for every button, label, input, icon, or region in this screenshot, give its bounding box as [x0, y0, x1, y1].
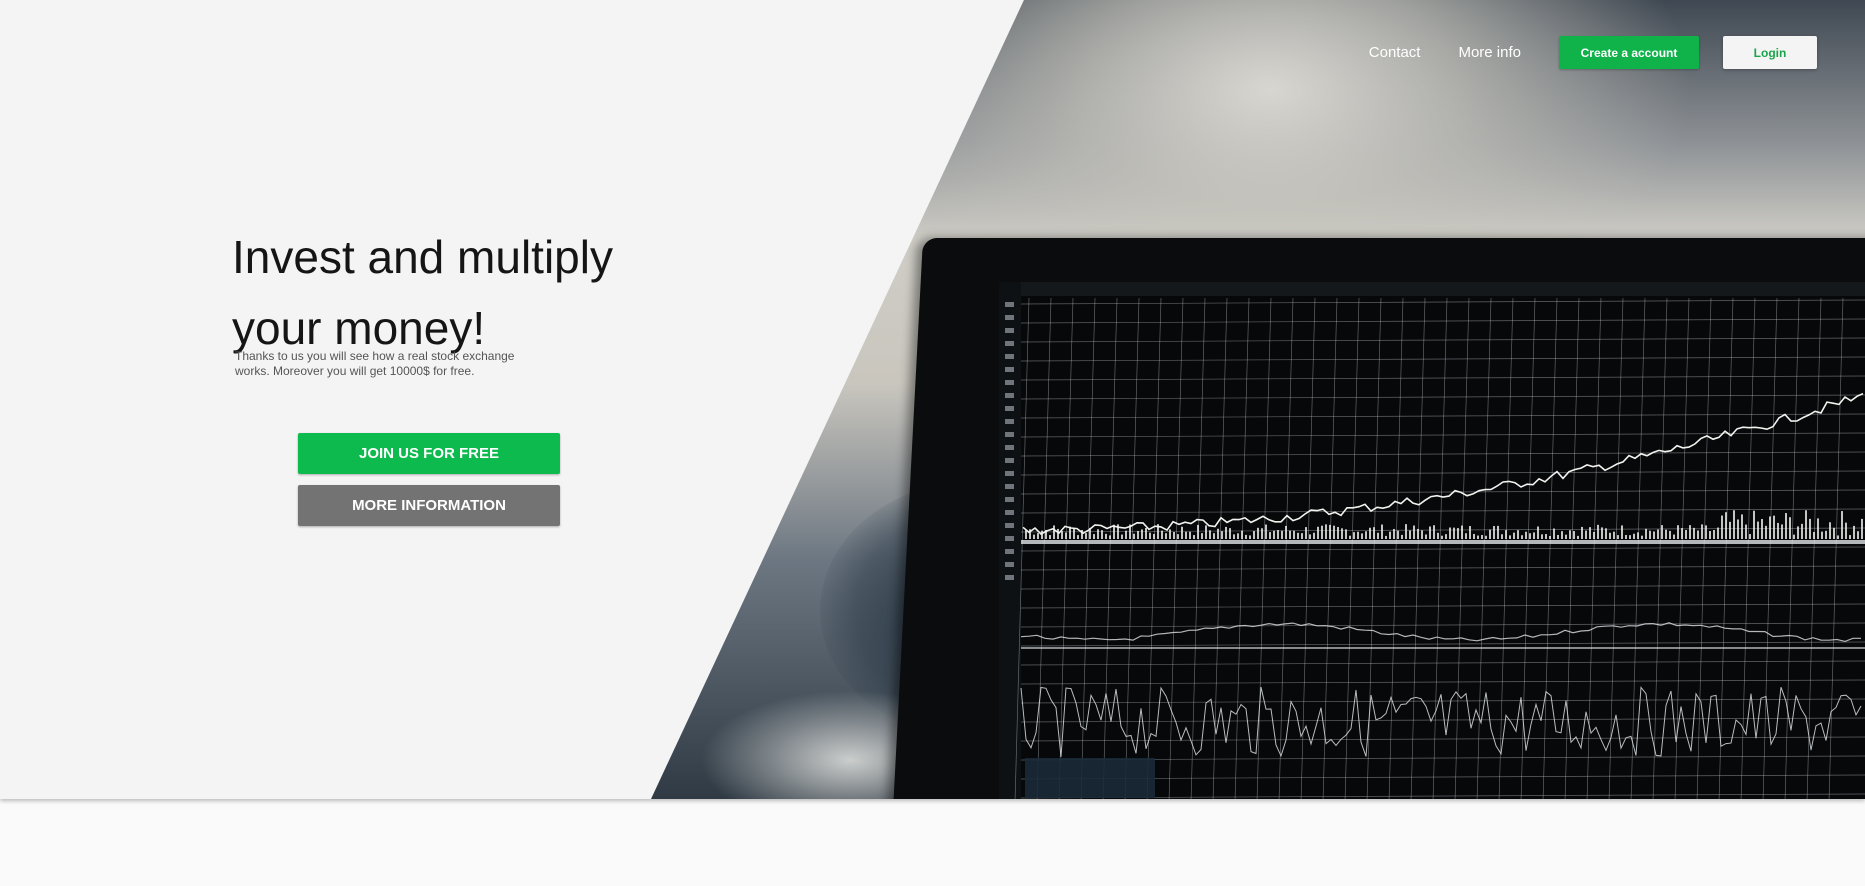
hero-headline: Invest and multiply your money! [232, 231, 613, 354]
hero-section: Contact More info Create a account Login… [0, 0, 1865, 799]
page: Contact More info Create a account Login… [0, 0, 1865, 886]
create-account-button[interactable]: Create a account [1559, 36, 1699, 69]
login-button[interactable]: Login [1723, 36, 1817, 69]
more-information-button[interactable]: MORE INFORMATION [298, 485, 560, 526]
hero-background-image [651, 0, 1865, 799]
stock-chart-screen-image [999, 282, 1865, 799]
nav-link-contact[interactable]: Contact [1369, 44, 1421, 61]
join-for-free-button[interactable]: JOIN US FOR FREE [298, 433, 560, 474]
top-navigation: Contact More info Create a account Login [1369, 36, 1817, 69]
hero-description: Thanks to us you will see how a real sto… [235, 349, 515, 378]
nav-link-more-info[interactable]: More info [1458, 44, 1521, 61]
